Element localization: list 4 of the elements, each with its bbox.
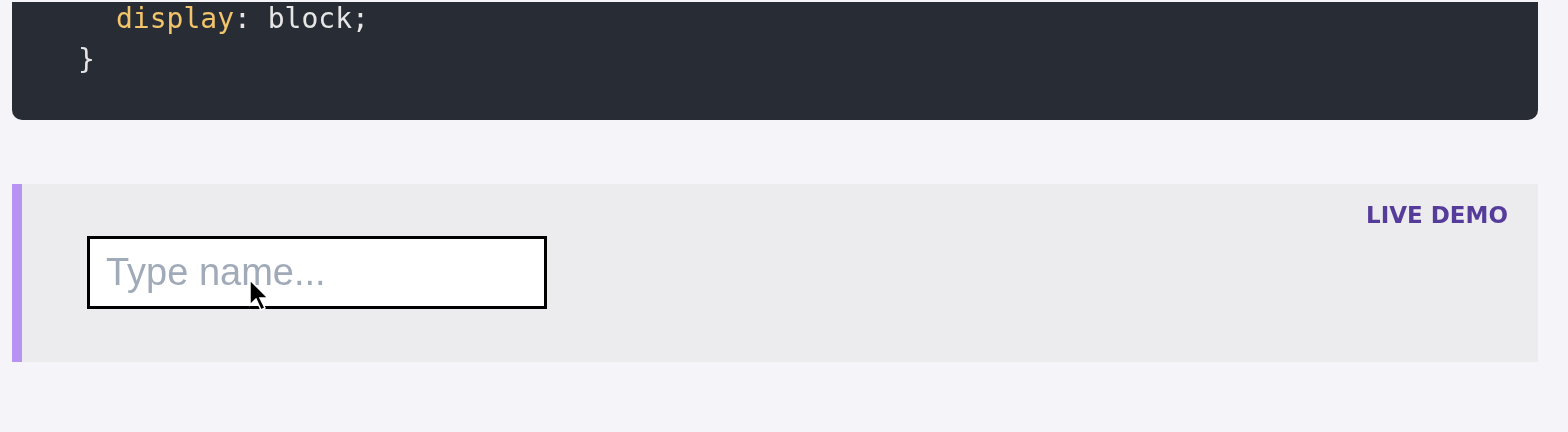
demo-label: LIVE DEMO: [1366, 202, 1508, 228]
code-line: }: [78, 42, 95, 78]
name-input-field[interactable]: Type name...: [87, 236, 547, 309]
code-line: display: block;: [116, 2, 369, 36]
